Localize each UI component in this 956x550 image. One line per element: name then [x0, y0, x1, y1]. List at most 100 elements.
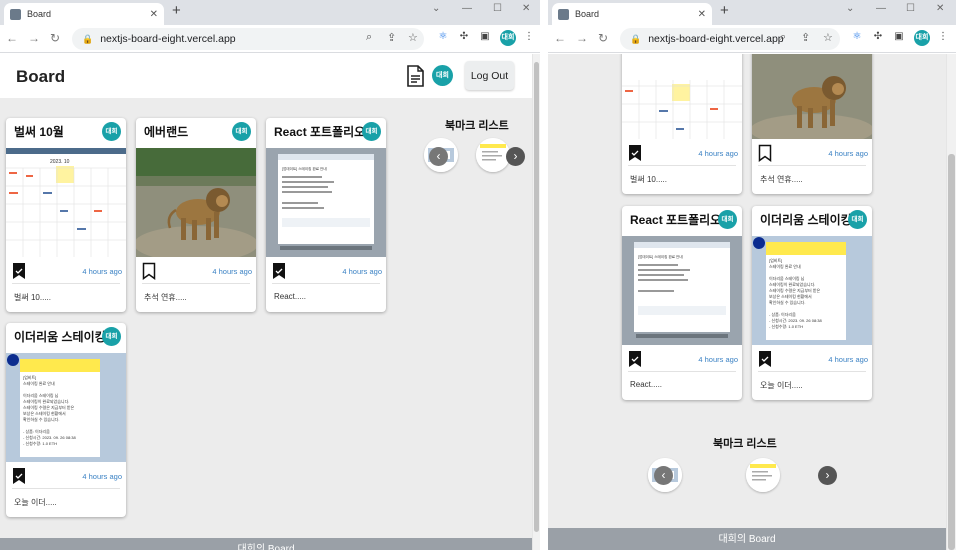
maximize-icon[interactable]: ☐ — [906, 3, 915, 14]
forward-icon[interactable]: → — [576, 31, 588, 45]
reload-icon[interactable]: ↻ — [50, 31, 60, 45]
chevron-left-icon[interactable]: ‹ — [654, 466, 673, 485]
forward-icon[interactable]: → — [28, 31, 40, 45]
zoom-icon[interactable]: ⌕ — [780, 31, 786, 44]
close-tab-icon[interactable]: ✕ — [150, 9, 158, 20]
back-icon[interactable]: ← — [554, 31, 566, 45]
bookmark-filled-icon[interactable] — [628, 350, 642, 368]
post-time: 4 hours ago — [828, 355, 868, 364]
post-time: 4 hours ago — [828, 149, 868, 158]
logout-button[interactable]: Log Out — [465, 61, 514, 90]
post-card[interactable]: 이더리움 스테이킹 대희 [업비트] 스테이킹 완료 안내 이더리움 스테이킹 님스… — [6, 323, 126, 517]
post-card[interactable]: 이더리움 스테이킹 대희 [업비트] 스테이킹 완료 안내 이더리움 스테이킹 님스… — [752, 206, 872, 400]
browser-toolbar: ← → ↻ 🔒 nextjs-board-eight.vercel.app ⌕ … — [0, 25, 540, 53]
post-avatar: 대희 — [102, 122, 121, 141]
post-preview: 추석 연휴..... — [144, 293, 187, 302]
chat-screenshot-image: [업데이트] 스테이킹 완료 안내 — [622, 236, 742, 345]
extensions-icon[interactable]: ✣ — [871, 30, 885, 44]
browser-tab[interactable]: Board ✕ — [4, 3, 164, 25]
viewport: Board 대희 Log Out 벌써 10월 대희 2023. 10 4 ho… — [0, 54, 532, 550]
post-card[interactable]: 4 hours ago 벌써 10..... — [622, 54, 742, 194]
minimize-icon[interactable]: — — [876, 3, 886, 14]
bookmark-filled-icon[interactable] — [12, 467, 26, 485]
url-text: nextjs-board-eight.vercel.app — [100, 33, 236, 45]
browser-toolbar: ← → ↻ 🔒 nextjs-board-eight.vercel.app ⌕ … — [548, 25, 956, 53]
document-icon[interactable] — [406, 65, 425, 87]
chevron-right-icon[interactable]: › — [506, 147, 525, 166]
svg-text:스테이킹 수령은 지금부터 받은: 스테이킹 수령은 지금부터 받은 — [23, 404, 74, 410]
bookmark-outline-icon[interactable] — [142, 262, 156, 280]
bookmark-filled-icon[interactable] — [628, 144, 642, 162]
scrollbar-thumb[interactable] — [534, 62, 539, 532]
bookmark-filled-icon[interactable] — [12, 262, 26, 280]
post-preview: 추석 연휴..... — [760, 175, 803, 184]
page-scrollbar[interactable] — [532, 54, 540, 550]
post-image: [업데이트] 스테이킹 완료 안내 — [622, 236, 742, 345]
card-divider — [12, 283, 120, 284]
side-panel-icon[interactable]: ▣ — [478, 30, 492, 44]
post-title: React 포트폴리오 — [630, 213, 722, 227]
post-card[interactable]: 4 hours ago 추석 연휴..... — [752, 54, 872, 194]
share-icon[interactable]: ⇪ — [387, 31, 396, 44]
bookmark-filled-icon[interactable] — [758, 350, 772, 368]
maximize-icon[interactable]: ☐ — [493, 3, 502, 14]
chevron-right-icon[interactable]: › — [818, 466, 837, 485]
new-tab-icon[interactable]: + — [172, 2, 181, 19]
svg-text:이더리움 스테이킹 님: 이더리움 스테이킹 님 — [769, 275, 805, 281]
post-image — [752, 54, 872, 139]
app-logo[interactable]: Board — [16, 67, 65, 87]
scrollbar-thumb[interactable] — [948, 154, 955, 550]
tab-title: Board — [575, 9, 600, 19]
star-icon[interactable]: ☆ — [408, 31, 418, 44]
post-preview: 오늘 이더..... — [14, 498, 57, 507]
reload-icon[interactable]: ↻ — [598, 31, 608, 45]
bookmark-outline-icon[interactable] — [758, 144, 772, 162]
lion-photo — [136, 148, 256, 257]
post-image — [136, 148, 256, 257]
menu-icon[interactable]: ⋮ — [936, 30, 950, 44]
minimize-icon[interactable]: — — [462, 3, 472, 14]
post-avatar: 대희 — [848, 210, 867, 229]
react-devtools-icon[interactable]: ⚛ — [436, 30, 450, 44]
menu-icon[interactable]: ⋮ — [522, 30, 536, 44]
tab-search-icon[interactable]: ⌄ — [846, 3, 854, 14]
lock-icon: 🔒 — [630, 33, 642, 44]
post-time: 4 hours ago — [212, 267, 252, 276]
close-tab-icon[interactable]: ✕ — [698, 9, 706, 20]
post-card[interactable]: 벌써 10월 대희 2023. 10 4 hours ago 벌써 10....… — [6, 118, 126, 312]
tab-search-icon[interactable]: ⌄ — [432, 3, 440, 14]
favicon-icon — [558, 8, 569, 20]
bookmark-thumbnail[interactable] — [476, 138, 510, 172]
bookmark-filled-icon[interactable] — [272, 262, 286, 280]
svg-text:스테이킹이 완료되었습니다.: 스테이킹이 완료되었습니다. — [23, 398, 69, 404]
profile-avatar[interactable]: 대희 — [500, 30, 516, 46]
new-tab-icon[interactable]: + — [720, 2, 729, 19]
react-devtools-icon[interactable]: ⚛ — [850, 30, 864, 44]
browser-tab[interactable]: Board ✕ — [552, 3, 712, 25]
url-text: nextjs-board-eight.vercel.app — [648, 33, 784, 45]
close-window-icon[interactable]: ✕ — [522, 3, 530, 14]
close-window-icon[interactable]: ✕ — [936, 3, 944, 14]
user-avatar[interactable]: 대희 — [432, 65, 453, 86]
zoom-icon[interactable]: ⌕ — [366, 31, 372, 44]
post-card[interactable]: React 포트폴리오 대희 [업데이트] 스테이킹 완료 안내 4 hours… — [266, 118, 386, 312]
card-divider — [758, 165, 866, 166]
post-title: 이더리움 스테이킹 — [14, 330, 106, 344]
profile-avatar[interactable]: 대희 — [914, 30, 930, 46]
card-divider — [628, 371, 736, 372]
star-icon[interactable]: ☆ — [823, 31, 833, 44]
share-icon[interactable]: ⇪ — [801, 31, 810, 44]
svg-text:확인하실 수 있습니다.: 확인하실 수 있습니다. — [23, 416, 59, 422]
app-header: Board 대희 Log Out — [0, 54, 532, 99]
svg-text:- 신청시간: 2023. 09. 26 08:38: - 신청시간: 2023. 09. 26 08:38 — [769, 317, 823, 323]
post-card[interactable]: React 포트폴리오 대희 [업데이트] 스테이킹 완료 안내 4 hours… — [622, 206, 742, 400]
page-scrollbar[interactable] — [946, 54, 956, 550]
side-panel-icon[interactable]: ▣ — [892, 30, 906, 44]
bookmark-thumbnail[interactable] — [746, 458, 780, 492]
chevron-left-icon[interactable]: ‹ — [429, 147, 448, 166]
back-icon[interactable]: ← — [6, 31, 18, 45]
post-preview: 오늘 이더..... — [760, 381, 803, 390]
extensions-icon[interactable]: ✣ — [457, 30, 471, 44]
post-card[interactable]: 에버랜드 대희 4 hours ago 추석 연휴..... — [136, 118, 256, 312]
post-time: 4 hours ago — [82, 267, 122, 276]
